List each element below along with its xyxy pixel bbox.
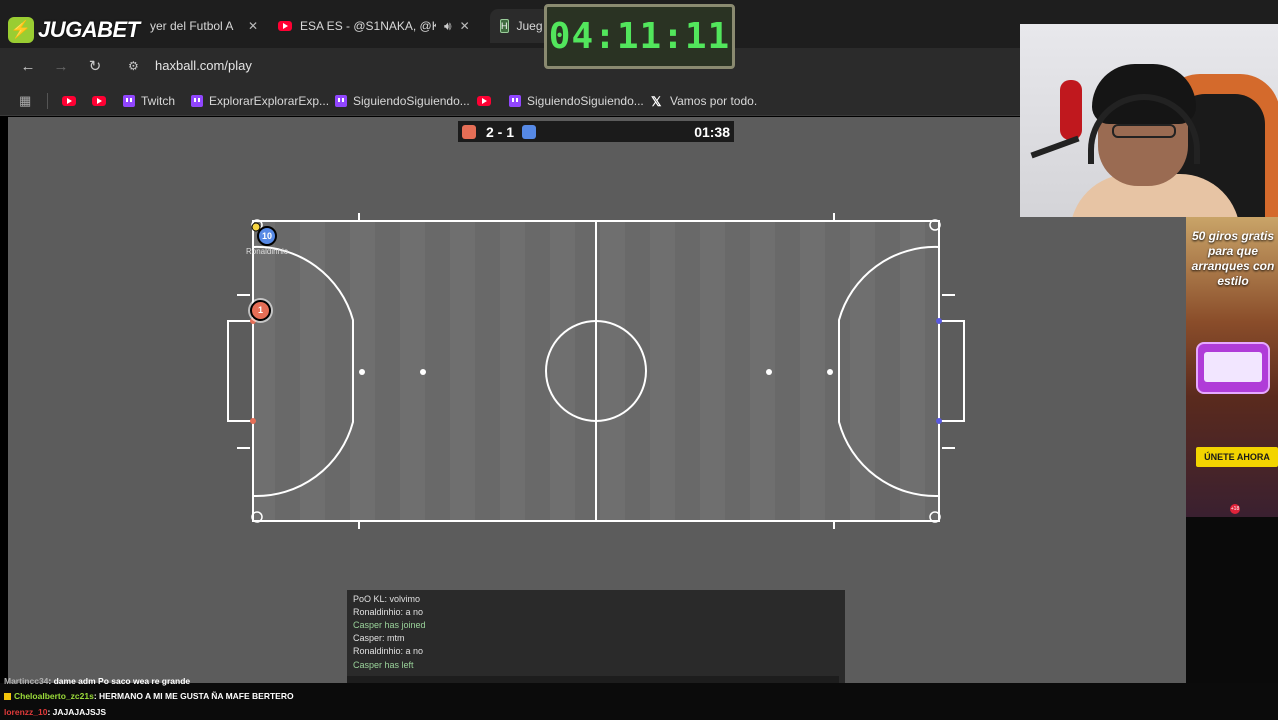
site-settings-icon[interactable]: ⚙: [128, 59, 139, 73]
bookmark-label: Vamos por todo.: [670, 94, 758, 108]
chat-text: : JAJAJAJSJS: [47, 707, 107, 717]
ad-headline: 50 giros gratis para que arranques con e…: [1191, 229, 1275, 288]
blue-team-badge: [522, 124, 537, 139]
glasses: [1112, 124, 1176, 138]
tab-youtube[interactable]: ESA ES - @S1NAKA, @Kenn 🔊︎ ✕: [268, 9, 490, 43]
haxball-icon: H: [500, 19, 509, 33]
age-badge: +18: [1230, 504, 1240, 514]
bookmark-siguiendo-1[interactable]: SiguiendoSiguiendo...: [335, 93, 470, 109]
bookmark-twitch[interactable]: Twitch: [123, 93, 175, 109]
chat-system-message: Casper has joined: [353, 620, 426, 630]
stream-timer: 04:11:11: [544, 4, 735, 69]
tab-label: yer del Futbol A: [150, 19, 234, 33]
chat-message: Ronaldinhio: a no: [353, 646, 424, 656]
twitch-icon: [335, 95, 347, 107]
divider: [47, 93, 48, 109]
close-icon[interactable]: ✕: [460, 19, 470, 33]
bookmark-label: Twitch: [141, 94, 176, 108]
chat-text: : HERMANO A MI ME GUSTA ÑA MAFE BERTERO: [93, 691, 294, 701]
youtube-icon: [92, 96, 106, 106]
forward-arrow-icon[interactable]: →: [52, 58, 70, 76]
chat-system-message: Casper has left: [353, 660, 414, 670]
close-icon[interactable]: ✕: [248, 19, 258, 33]
twitch-icon: [191, 95, 203, 107]
tab-label: Jueg: [516, 19, 543, 33]
bookmark-youtube-2[interactable]: [92, 93, 106, 109]
bookmark-explorar[interactable]: ExplorarExplorarExp...: [191, 93, 329, 109]
stream-chat-message: Martincc34: dame adm Po saco wea re gran…: [4, 676, 190, 686]
game-chat: PoO KL: volvimo Ronaldinhio: a no Casper…: [347, 590, 845, 683]
tab-haxball[interactable]: H Jueg: [490, 9, 550, 43]
brand-text: JUGABET: [38, 17, 140, 42]
red-team-badge: [462, 124, 476, 139]
bookmark-youtube-3[interactable]: [477, 93, 491, 109]
join-now-button[interactable]: ÚNETE AHORA: [1196, 447, 1278, 467]
bookmark-label: SiguiendoSiguiendo...: [527, 94, 644, 108]
stream-chat-strip: [0, 683, 1278, 720]
chat-username: Cheloalberto_zc21s: [14, 691, 94, 701]
stream-chat-message: Cheloalberto_zc21s: HERMANO A MI ME GUST…: [4, 691, 294, 701]
youtube-icon: [62, 96, 76, 106]
score: 2 - 1: [486, 123, 515, 140]
chat-text: : dame adm Po saco wea re grande: [48, 676, 191, 686]
bookmark-label: ExplorarExplorarExp...: [209, 94, 330, 108]
back-arrow-icon[interactable]: ←: [19, 58, 37, 76]
webcam-overlay: [1020, 24, 1278, 217]
youtube-icon: [477, 96, 491, 106]
chat-message: Casper: mtm: [353, 633, 405, 643]
twitch-icon: [509, 95, 521, 107]
mic-arm: [1030, 135, 1080, 159]
game-clock: 01:38: [694, 123, 730, 140]
casino-ad[interactable]: 50 giros gratis para que arranques con e…: [1186, 217, 1278, 517]
chat-username: lorenzz_10: [4, 707, 48, 717]
apps-grid-icon[interactable]: ▦: [19, 93, 31, 109]
chat-message: Ronaldinhio: a no: [353, 607, 424, 617]
chat-message: PoO KL: volvimo: [353, 594, 421, 604]
speaker-icon[interactable]: 🔊︎: [444, 19, 452, 34]
bookmark-label: SiguiendoSiguiendo...: [353, 94, 470, 108]
player-red: 1: [250, 300, 271, 321]
tab-futbol[interactable]: yer del Futbol A ✕: [140, 9, 268, 43]
reload-icon[interactable]: ↻: [86, 58, 104, 76]
microphone-icon: [1060, 80, 1082, 140]
chat-username: Martincc34: [4, 676, 49, 686]
scoreboard: 2 - 1 01:38: [458, 121, 734, 142]
bookmark-youtube-1[interactable]: [62, 93, 76, 109]
player-blue: 10: [257, 226, 277, 246]
tab-label: ESA ES - @S1NAKA, @Kenn: [300, 19, 436, 33]
x-icon: 𝕏: [651, 93, 662, 109]
chat-input[interactable]: [347, 676, 839, 683]
twitch-icon: [123, 95, 135, 107]
bookmark-siguiendo-2[interactable]: SiguiendoSiguiendo...: [509, 93, 644, 109]
bookmark-x[interactable]: 𝕏 Vamos por todo.: [651, 93, 757, 109]
player-name: Ronaldinhio: [246, 247, 289, 256]
youtube-icon: [278, 21, 292, 31]
badge-icon: [4, 693, 11, 701]
stream-chat-message: lorenzz_10: JAJAJAJSJS: [4, 707, 106, 717]
bolt-icon: ⚡: [8, 17, 34, 43]
jugabet-logo: ⚡ JUGABET: [8, 14, 148, 46]
slot-machine-icon: [1196, 342, 1270, 394]
url-field[interactable]: haxball.com/play: [155, 58, 252, 73]
